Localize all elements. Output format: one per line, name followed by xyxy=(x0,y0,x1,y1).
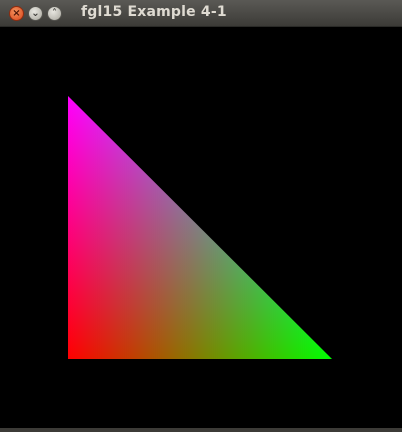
triangle-blue-overlay xyxy=(68,96,332,359)
triangle-render xyxy=(68,96,332,359)
window-controls: × ⌄ ˄ xyxy=(9,6,62,21)
minimize-icon[interactable]: ⌄ xyxy=(28,6,43,21)
close-icon[interactable]: × xyxy=(9,6,24,21)
gl-canvas xyxy=(0,27,402,428)
app-window: × ⌄ ˄ fgl15 Example 4-1 xyxy=(0,0,402,432)
maximize-icon[interactable]: ˄ xyxy=(47,6,62,21)
window-title: fgl15 Example 4-1 xyxy=(81,4,227,20)
title-bar[interactable]: × ⌄ ˄ fgl15 Example 4-1 xyxy=(0,0,402,27)
window-bottom-border xyxy=(0,428,402,432)
